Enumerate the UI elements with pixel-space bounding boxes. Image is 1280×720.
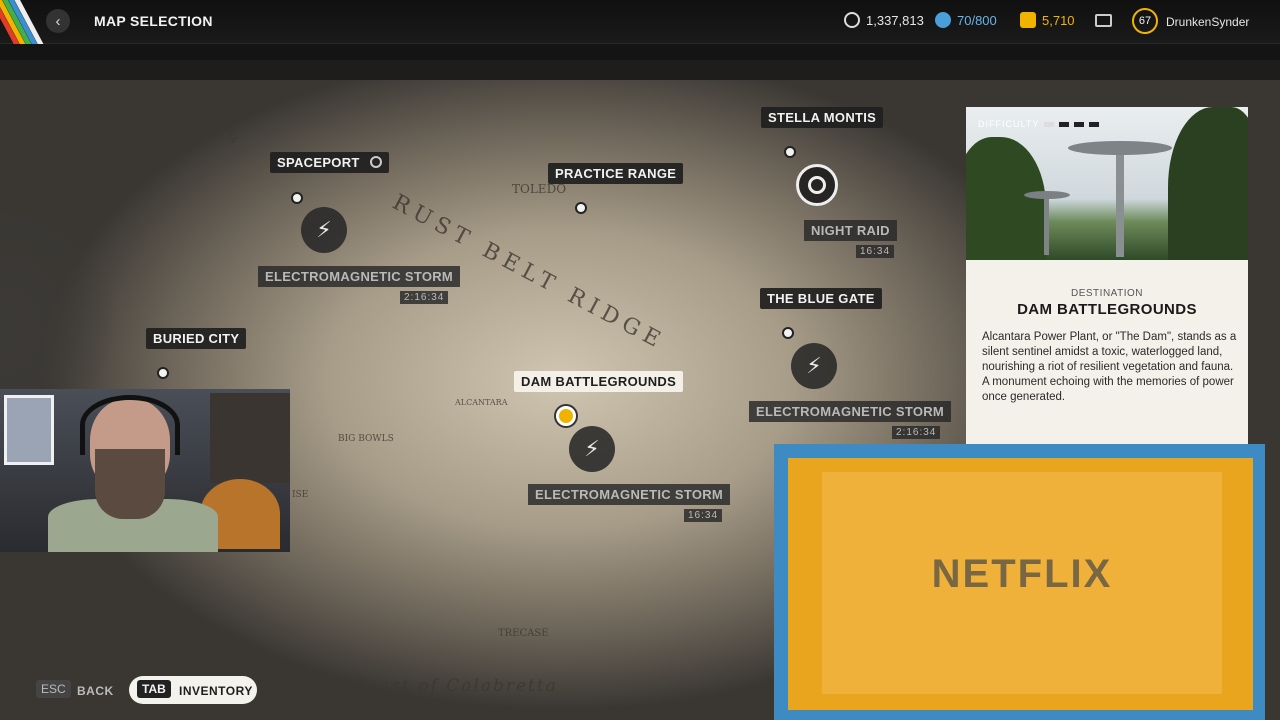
location-marker-stella-montis[interactable] xyxy=(784,146,796,158)
condition-timer: 16:34 xyxy=(856,245,895,258)
location-marker-buried-city[interactable] xyxy=(157,367,169,379)
tab-key-badge: TAB xyxy=(137,680,171,698)
username[interactable]: DrunkenSynder xyxy=(1166,15,1249,29)
esc-key-badge: ESC xyxy=(36,680,71,698)
webcam-overlay xyxy=(0,389,290,552)
condition-timer: 16:34 xyxy=(684,509,723,522)
location-marker-dam-battlegrounds[interactable] xyxy=(556,406,576,426)
condition-timer: 2:16:34 xyxy=(400,291,449,304)
coins-value: 1,337,813 xyxy=(866,12,924,28)
map-condition-label: ELECTROMAGNETIC STORM xyxy=(258,266,461,287)
condition-timer: 2:16:34 xyxy=(892,426,941,439)
top-bar: ‹ MAP SELECTION 1,337,813 70/800 5,710 6… xyxy=(0,0,1280,44)
map-condition-label: ELECTROMAGNETIC STORM xyxy=(528,484,731,505)
coast-label: Coast of Calabretta xyxy=(352,676,558,696)
brand-stripes xyxy=(0,0,46,44)
location-label-spaceport[interactable]: SPACEPORT xyxy=(270,152,389,173)
small-map-label: ALCANTARA xyxy=(455,398,508,407)
cred-currency: 5,710 xyxy=(1020,12,1075,28)
small-map-label: TOLEDO xyxy=(512,182,567,196)
chevron-left-icon: ‹ xyxy=(55,12,61,30)
location-marker-the-blue-gate[interactable] xyxy=(782,327,794,339)
back-hint[interactable]: BACK xyxy=(77,684,114,698)
map-condition-label: ELECTROMAGNETIC STORM xyxy=(749,401,952,422)
cred-icon xyxy=(1020,12,1036,28)
location-label-stella-montis[interactable]: STELLA MONTIS xyxy=(761,107,884,128)
inventory-hint[interactable]: INVENTORY xyxy=(179,684,253,698)
destination-description: Alcantara Power Plant, or "The Dam", sta… xyxy=(982,331,1237,403)
location-label-practice-range[interactable]: PRACTICE RANGE xyxy=(548,163,684,184)
location-label-dam-battlegrounds[interactable]: DAM BATTLEGROUNDS xyxy=(514,371,684,392)
destination-kicker: DESTINATION xyxy=(1071,288,1143,299)
page-title: MAP SELECTION xyxy=(94,13,213,29)
location-label-buried-city[interactable]: BURIED CITY xyxy=(146,328,247,349)
player-level-badge: 67 xyxy=(1132,8,1158,34)
location-name: SPACEPORT xyxy=(277,155,360,170)
destination-name: DAM BATTLEGROUNDS xyxy=(1017,301,1197,318)
small-map-label: BIG BOWLS xyxy=(338,434,394,444)
mail-icon[interactable] xyxy=(1095,14,1112,27)
overlay-logo-text: NETFLIX xyxy=(931,552,1113,596)
spaceport-badge-icon xyxy=(369,156,382,168)
small-map-label: ISE xyxy=(292,490,309,500)
map-condition-label: NIGHT RAID xyxy=(804,220,897,241)
small-map-label: ACERRA xyxy=(210,105,240,145)
location-label-the-blue-gate[interactable]: THE BLUE GATE xyxy=(760,288,882,309)
raider-tokens-value: 70/800 xyxy=(957,12,997,28)
stream-overlay: NETFLIX xyxy=(774,444,1265,720)
raider-tokens-icon xyxy=(935,12,951,28)
coins-currency: 1,337,813 xyxy=(844,12,924,28)
coins-icon xyxy=(844,12,860,28)
back-arrow-button[interactable]: ‹ xyxy=(46,9,70,33)
lightning-icon: ⚡ xyxy=(301,207,347,253)
lightning-icon: ⚡ xyxy=(569,426,615,472)
cred-value: 5,710 xyxy=(1042,12,1075,28)
difficulty-indicator: DIFFICULTY xyxy=(978,119,1100,129)
destination-detail-panel: DIFFICULTY DESTINATION DAM BATTLEGROUNDS… xyxy=(966,107,1248,447)
lightning-icon: ⚡ xyxy=(791,343,837,389)
location-marker-spaceport[interactable] xyxy=(291,192,303,204)
small-map-label: TRECASE xyxy=(498,628,549,639)
night-raid-icon xyxy=(796,164,838,206)
location-marker-practice-range[interactable] xyxy=(575,202,587,214)
destination-image: DIFFICULTY xyxy=(966,107,1248,260)
difficulty-label: DIFFICULTY xyxy=(978,119,1040,129)
raider-tokens-currency: 70/800 xyxy=(935,12,997,28)
